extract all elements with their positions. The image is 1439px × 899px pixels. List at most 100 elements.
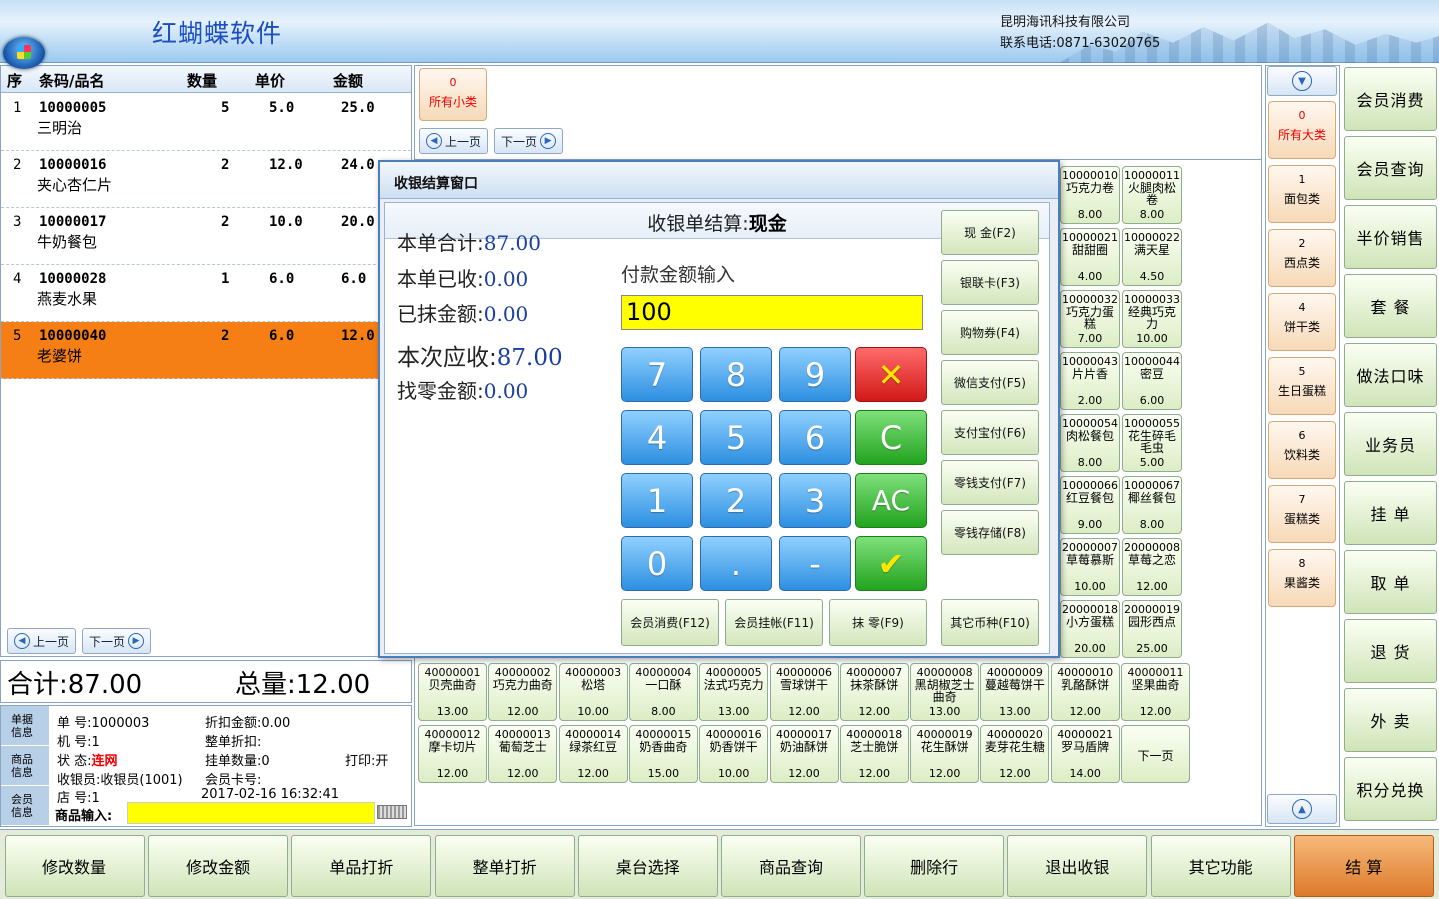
function-button[interactable]: 外 卖 <box>1344 688 1437 752</box>
product-tile[interactable]: 40000010 乳酪酥饼 12.00 <box>1050 663 1120 721</box>
product-tile[interactable]: 40000019 花生酥饼 12.00 <box>910 725 980 783</box>
keypad-key[interactable]: 0 <box>621 536 693 591</box>
toolbar-button[interactable]: 桌台选择 <box>577 835 718 897</box>
category-tile[interactable]: 0 所有大类 <box>1268 101 1336 159</box>
toolbar-button[interactable]: 结 算 <box>1293 835 1434 897</box>
dialog-action-button[interactable]: 会员挂帐(F11) <box>725 599 823 646</box>
product-tile[interactable]: 40000016 奶香饼干 10.00 <box>699 725 769 783</box>
payment-method-button[interactable]: 支付宝付(F6) <box>941 410 1039 455</box>
function-button[interactable]: 会员消费 <box>1344 67 1437 131</box>
product-tile[interactable]: 40000021 罗马盾牌 14.00 <box>1050 725 1120 783</box>
payment-method-button[interactable]: 微信支付(F5) <box>941 360 1039 405</box>
function-button[interactable]: 做法口味 <box>1344 343 1437 407</box>
product-tile[interactable]: 40000001 贝壳曲奇 13.00 <box>418 663 487 721</box>
tab-goods-info[interactable]: 商品 信息 <box>1 746 49 786</box>
keypad-key[interactable]: 6 <box>779 410 851 465</box>
function-button[interactable]: 取 单 <box>1344 550 1437 614</box>
function-button[interactable]: 挂 单 <box>1344 481 1437 545</box>
dialog-action-button[interactable]: 会员消费(F12) <box>621 599 719 646</box>
category-scroll-down[interactable]: ▲ <box>1267 794 1337 824</box>
product-tile[interactable]: 10000067 椰丝餐包 8.00 <box>1122 476 1182 534</box>
product-tile[interactable]: 10000022 满天星 4.50 <box>1122 228 1182 286</box>
subcategory-prev-button[interactable]: ◀ 上一页 <box>419 128 489 154</box>
product-tile[interactable]: 20000019 园形西点 25.00 <box>1122 600 1182 658</box>
pay-amount-input[interactable]: 100 <box>621 295 923 330</box>
keypad-clear-key[interactable]: C <box>855 410 927 465</box>
product-tile[interactable]: 20000008 草莓之恋 12.00 <box>1122 538 1182 596</box>
toolbar-button[interactable]: 整单打折 <box>434 835 575 897</box>
function-button[interactable]: 业务员 <box>1344 412 1437 476</box>
product-tile[interactable]: 40000020 麦芽花生糖 12.00 <box>980 725 1050 783</box>
order-row[interactable]: 2 10000016 2 12.0 24.0 夹心杏仁片 <box>1 151 411 208</box>
product-tile[interactable]: 40000002 巧克力曲奇 12.00 <box>488 663 558 721</box>
subcategory-all[interactable]: 0 所有小类 <box>419 68 487 121</box>
keypad-confirm-key[interactable]: ✔ <box>855 536 927 591</box>
order-row[interactable]: 5 10000040 2 6.0 12.0 老婆饼 <box>1 322 411 379</box>
category-tile[interactable]: 1 面包类 <box>1268 165 1336 223</box>
payment-method-button[interactable]: 零钱存储(F8) <box>941 510 1039 555</box>
category-tile[interactable]: 2 西点类 <box>1268 229 1336 287</box>
keypad-key[interactable]: 7 <box>621 347 693 402</box>
product-tile[interactable]: 40000004 一口酥 8.00 <box>628 663 698 721</box>
product-tile[interactable]: 10000011 火腿肉松卷 8.00 <box>1122 166 1182 224</box>
product-tile[interactable]: 10000066 红豆餐包 9.00 <box>1060 476 1120 534</box>
product-tile[interactable]: 20000018 小方蛋糕 20.00 <box>1060 600 1120 658</box>
product-tile[interactable]: 40000003 松塔 10.00 <box>558 663 628 721</box>
product-tile[interactable]: 10000032 巧克力蛋糕 7.00 <box>1060 290 1120 348</box>
keypad-key[interactable]: 5 <box>700 410 772 465</box>
scan-input[interactable] <box>127 802 375 824</box>
payment-method-button[interactable]: 零钱支付(F7) <box>941 460 1039 505</box>
subcategory-next-button[interactable]: 下一页 ▶ <box>494 128 564 154</box>
products-next-button[interactable]: 下一页 <box>1121 725 1190 783</box>
function-button[interactable]: 套 餐 <box>1344 274 1437 338</box>
toolbar-button[interactable]: 退出收银 <box>1007 835 1148 897</box>
order-row[interactable]: 4 10000028 1 6.0 6.0 燕麦水果 <box>1 265 411 322</box>
dialog-action-button[interactable]: 抹 零(F9) <box>829 599 927 646</box>
category-tile[interactable]: 6 饮料类 <box>1268 421 1336 479</box>
product-tile[interactable]: 40000013 葡萄芝士 12.00 <box>488 725 558 783</box>
toolbar-button[interactable]: 商品查询 <box>721 835 861 897</box>
function-button[interactable]: 退 货 <box>1344 619 1437 683</box>
product-tile[interactable]: 40000011 坚果曲奇 12.00 <box>1121 663 1190 721</box>
product-tile[interactable]: 10000055 花生碎毛毛虫 5.00 <box>1122 414 1182 472</box>
keypad-key[interactable]: 1 <box>621 473 693 528</box>
toolbar-button[interactable]: 单品打折 <box>291 835 432 897</box>
tab-order-info[interactable]: 单据 信息 <box>1 706 49 746</box>
product-tile[interactable]: 40000008 黑胡椒芝士曲奇 13.00 <box>910 663 980 721</box>
function-button[interactable]: 会员查询 <box>1344 136 1437 200</box>
payment-method-button[interactable]: 现 金(F2) <box>941 210 1039 255</box>
product-tile[interactable]: 40000015 奶香曲奇 15.00 <box>628 725 698 783</box>
order-row[interactable]: 3 10000017 2 10.0 20.0 牛奶餐包 <box>1 208 411 265</box>
keypad-key[interactable]: - <box>779 536 851 591</box>
keypad-key[interactable]: 9 <box>779 347 851 402</box>
toolbar-button[interactable]: 修改数量 <box>5 835 145 897</box>
category-tile[interactable]: 5 生日蛋糕 <box>1268 357 1336 415</box>
product-tile[interactable]: 40000017 奶油酥饼 12.00 <box>769 725 839 783</box>
keypad-all-clear-key[interactable]: AC <box>855 473 927 528</box>
category-tile[interactable]: 7 蛋糕类 <box>1268 485 1336 543</box>
category-tile[interactable]: 4 饼干类 <box>1268 293 1336 351</box>
windows-start-icon[interactable] <box>3 37 45 69</box>
category-tile[interactable]: 8 果酱类 <box>1268 549 1336 607</box>
toolbar-button[interactable]: 修改金额 <box>148 835 289 897</box>
keypad-key[interactable]: 4 <box>621 410 693 465</box>
tab-member-info[interactable]: 会员 信息 <box>1 786 49 826</box>
product-tile[interactable]: 40000006 雪球饼干 12.00 <box>769 663 839 721</box>
keypad-key[interactable]: 3 <box>779 473 851 528</box>
order-prev-button[interactable]: ◀ 上一页 <box>7 628 77 654</box>
keypad-key[interactable]: . <box>700 536 772 591</box>
product-tile[interactable]: 40000005 法式巧克力 13.00 <box>699 663 769 721</box>
product-tile[interactable]: 10000054 肉松餐包 8.00 <box>1060 414 1120 472</box>
product-tile[interactable]: 10000021 甜甜圈 4.00 <box>1060 228 1120 286</box>
product-tile[interactable]: 40000018 芝士脆饼 12.00 <box>839 725 909 783</box>
keypad-key[interactable]: 2 <box>700 473 772 528</box>
product-tile[interactable]: 40000012 摩卡切片 12.00 <box>418 725 487 783</box>
order-next-button[interactable]: 下一页 ▶ <box>82 628 152 654</box>
toolbar-button[interactable]: 删除行 <box>864 835 1005 897</box>
payment-method-button[interactable]: 银联卡(F3) <box>941 260 1039 305</box>
function-button[interactable]: 半价销售 <box>1344 205 1437 269</box>
payment-method-button[interactable]: 购物券(F4) <box>941 310 1039 355</box>
product-tile[interactable]: 40000014 绿茶红豆 12.00 <box>558 725 628 783</box>
keypad-cancel-key[interactable]: ✕ <box>855 347 927 402</box>
product-tile[interactable]: 10000010 巧克力卷 8.00 <box>1060 166 1120 224</box>
